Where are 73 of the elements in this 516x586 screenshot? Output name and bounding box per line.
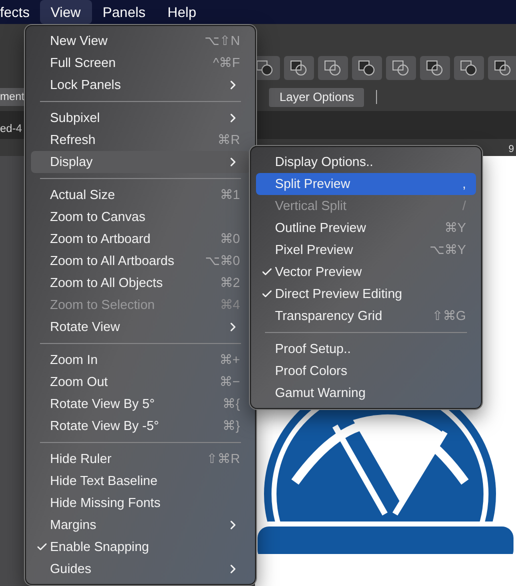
toolbar-button[interactable] <box>488 56 516 80</box>
layer-options-button[interactable]: Layer Options <box>269 88 364 106</box>
toolbar-button[interactable] <box>318 56 348 80</box>
menu-item[interactable]: Split Preview , <box>256 173 476 195</box>
toolbar-button[interactable] <box>454 56 484 80</box>
menu-item[interactable]: Lock Panels <box>31 74 250 96</box>
panel-tab[interactable]: ment <box>0 88 24 106</box>
menu-bar-item[interactable]: View <box>40 0 92 24</box>
menu-bar-item[interactable]: fects <box>0 0 40 24</box>
menu-item[interactable]: Zoom In ⌘+ <box>31 349 250 371</box>
shortcut-label: ⌘2 <box>220 274 240 292</box>
menu-item[interactable]: Proof Setup.. <box>256 338 476 360</box>
menu-item[interactable]: Enable Snapping <box>31 536 250 558</box>
menu-item[interactable]: Rotate View By 5° ⌘{ <box>31 393 250 415</box>
boolean-shapes-icon <box>358 60 376 76</box>
shortcut-label: ⌘0 <box>220 230 240 248</box>
menu-item[interactable]: Margins <box>31 514 250 536</box>
boolean-shapes-icon <box>460 60 478 76</box>
shortcut-label: ⇧⌘G <box>432 307 466 326</box>
boolean-shapes-icon <box>324 60 342 76</box>
menu-item[interactable]: Rotate View By -5° ⌘} <box>31 415 250 437</box>
menu-bar-item[interactable]: Panels <box>92 0 156 24</box>
boolean-shapes-icon <box>290 60 308 76</box>
menu-item[interactable]: Display Options.. <box>256 151 476 173</box>
menu-item[interactable]: New View ⌥⇧N <box>31 30 250 52</box>
document-tab[interactable]: ed-4 <box>0 120 22 138</box>
boolean-shapes-icon <box>392 60 410 76</box>
menu-item[interactable]: Zoom to Canvas <box>31 206 250 228</box>
shortcut-label: ⌘Y <box>444 219 466 238</box>
checkmark-icon <box>36 541 48 553</box>
menu-item[interactable]: Actual Size ⌘1 <box>31 184 250 206</box>
menu-item[interactable]: Hide Missing Fonts <box>31 492 250 514</box>
menu-item[interactable]: Pixel Preview ⌥⌘Y <box>256 239 476 261</box>
menu-item[interactable]: Proof Colors <box>256 360 476 382</box>
menu-item[interactable]: Subpixel <box>31 107 250 129</box>
shortcut-label: ⌘} <box>222 417 240 436</box>
menu-item[interactable]: Zoom to All Artboards ⌥⌘0 <box>31 250 250 272</box>
checkmark-icon <box>261 266 273 278</box>
shortcut-label: ⌥⌘0 <box>204 252 240 270</box>
shortcut-label: , <box>462 175 466 194</box>
toolbar-button[interactable] <box>284 56 314 80</box>
shortcut-label: / <box>462 197 466 216</box>
checkmark-icon <box>261 288 273 300</box>
shortcut-label: ^⌘F <box>212 54 240 72</box>
menu-item[interactable]: Zoom to All Objects ⌘2 <box>31 272 250 294</box>
menu-item[interactable]: Refresh ⌘R <box>31 129 250 151</box>
toolbar-button[interactable] <box>386 56 416 80</box>
ruler-label: 9 <box>508 144 514 156</box>
shortcut-label: ⌘R <box>218 131 240 150</box>
shortcut-label: ⌘+ <box>219 351 240 370</box>
shortcut-label: ⌘{ <box>222 395 240 414</box>
toolbar-button[interactable] <box>420 56 450 80</box>
menu-item[interactable]: Gamut Warning <box>256 382 476 404</box>
menu-item[interactable]: Hide Text Baseline <box>31 470 250 492</box>
menu-item[interactable]: Transparency Grid ⇧⌘G <box>256 305 476 327</box>
shortcut-label: ⇧⌘R <box>206 450 240 468</box>
menu-item[interactable]: Rotate View <box>31 316 250 338</box>
boolean-shapes-icon <box>426 60 444 76</box>
menu-item[interactable]: Display <box>31 151 250 173</box>
boolean-shapes-icon <box>494 60 512 76</box>
menu-item[interactable]: Outline Preview ⌘Y <box>256 217 476 239</box>
shortcut-label: ⌥⌘Y <box>429 241 466 260</box>
menu-item[interactable]: Zoom to Artboard ⌘0 <box>31 228 250 250</box>
menu-item[interactable]: Hide Ruler ⇧⌘R <box>31 448 250 470</box>
menu-item[interactable]: Vector Preview <box>256 261 476 283</box>
shortcut-label: ⌘− <box>219 373 240 392</box>
menu-bar-item[interactable]: Help <box>156 0 208 24</box>
menu-item[interactable]: Zoom Out ⌘− <box>31 371 250 393</box>
shortcut-label: ⌥⇧N <box>204 32 240 50</box>
menu-item[interactable]: Direct Preview Editing <box>256 283 476 305</box>
toolbar-button[interactable] <box>352 56 382 80</box>
menu-item[interactable]: Guides <box>31 558 250 580</box>
shortcut-label: ⌘1 <box>220 186 240 204</box>
